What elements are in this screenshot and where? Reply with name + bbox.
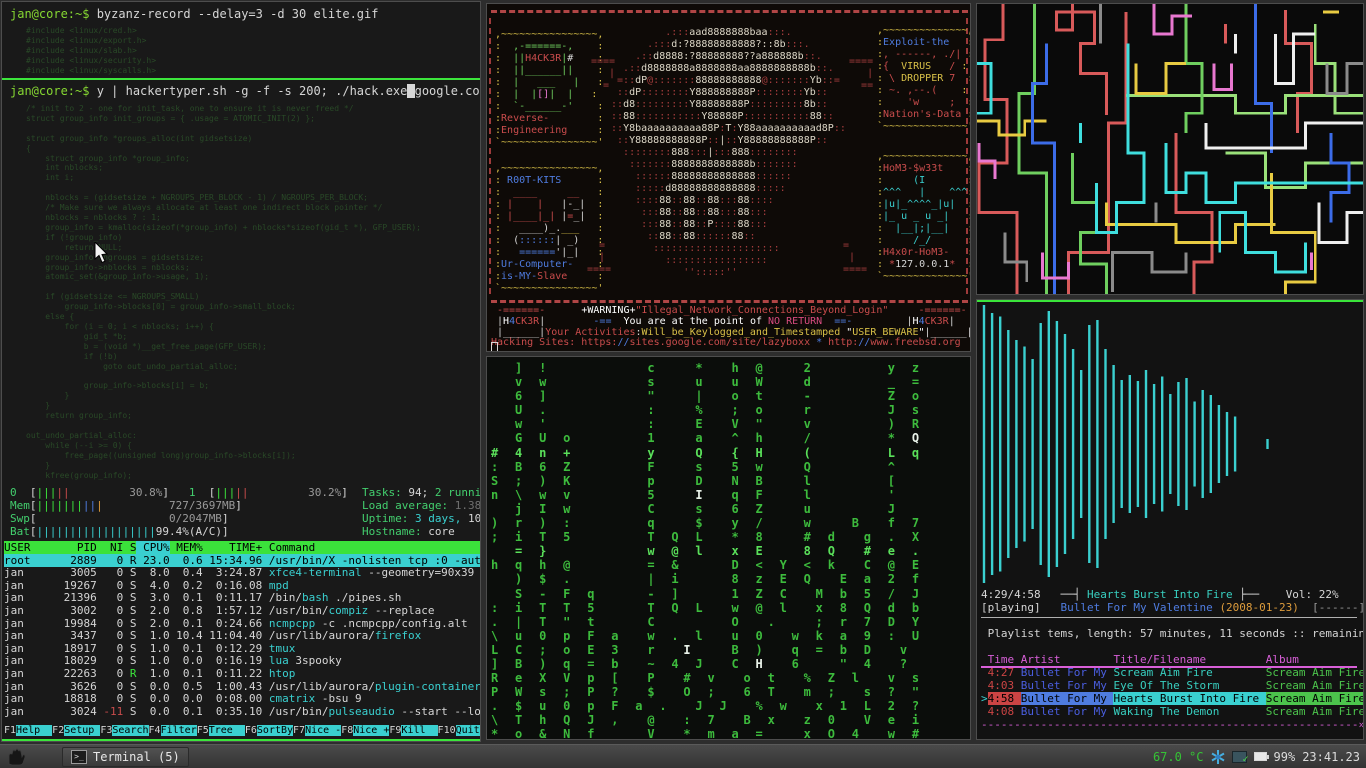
ncmpcpp-playlist-pane[interactable]: 4:29/4:58 ──┤ Hearts Burst Into Fire ├──… — [981, 588, 1364, 731]
battery-icon[interactable] — [1254, 752, 1267, 761]
pane-separator-bottom — [2, 739, 481, 741]
mouse-cursor-icon — [94, 242, 109, 264]
htop-function-keys[interactable]: F1Help F2Setup F3SearchF4FilterF5Tree F6… — [4, 724, 481, 738]
panel-reverse-engineering: ,~~~~~~~~~~~~~~~~,: ,-======-, :: ||H4CK… — [495, 29, 603, 149]
hackertyper-code: /* init to 2 - one for init_task, one to… — [26, 104, 421, 480]
player-separator-gray — [981, 617, 1357, 618]
connector-bottom-left: = |==== — [587, 240, 611, 276]
music-player-window[interactable]: 4:29/4:58 ──┤ Hearts Burst Into Fire ├──… — [976, 299, 1364, 740]
htop-meters: 0 [||||| 30.8%] 1 [||||| 30.2%]Mem[|||||… — [10, 486, 348, 538]
battery-percent: 99% — [1274, 750, 1296, 764]
clock: 23:41.23 — [1302, 750, 1360, 764]
launcher-hand-icon[interactable] — [6, 748, 28, 766]
system-tray: 67.0 °C 99% 23:41.23 — [1153, 750, 1366, 764]
matrix-rain-text: ] ! c * h @ 2 y z v w s u u W d _ = 6 ] … — [491, 361, 924, 740]
skull-ascii-art: .:::aad8888888baa:::. .:::d:?88888888888… — [605, 27, 846, 279]
connector-top-right: ==== | == — [843, 56, 873, 92]
pane-separator-top — [2, 78, 481, 80]
cmatrix-window[interactable]: ] ! c * h @ 2 y z v w s u u W d _ = 6 ] … — [486, 356, 971, 740]
hacker-art-window[interactable]: ,~~~~~~~~~~~~~~~~,: ,-======-, :: ||H4CK… — [486, 3, 971, 352]
shell-prompt-byzanz[interactable]: jan@core:~$ byzanz-record --delay=3 -d 3… — [10, 7, 378, 21]
taskbar: >_ Terminal (5) 67.0 °C 99% 23:41.23 — [0, 744, 1366, 768]
snowflake-tray-icon[interactable] — [1211, 750, 1225, 764]
panel-haxor-home: ,~~~~~~~~~~~~~~,:HoM3-$w33t :: (I ::^^^ … — [877, 151, 971, 283]
audio-visualizer — [977, 302, 1364, 587]
connector-top-left: ==== | = — [591, 56, 615, 92]
pipes-screensaver-window[interactable] — [976, 3, 1364, 295]
dashed-border-left — [489, 18, 491, 294]
taskbar-button-label: Terminal (5) — [93, 750, 180, 764]
hackertyper-includes: #include <linux/cred.h>#include <linux/e… — [26, 26, 156, 76]
update-notifier-icon[interactable] — [1232, 751, 1247, 763]
shell-prompt-hackertyper[interactable]: jan@core:~$ y | hackertyper.sh -g -f -s … — [10, 84, 481, 98]
connector-bottom-right: = |==== — [843, 240, 867, 276]
warning-banner: -======- +WARNING+"Illegal_Network_Conne… — [491, 306, 971, 349]
htop-stats: Tasks: 94; 2 runningLoad average: 1.38 1… — [362, 486, 481, 538]
terminal-window[interactable]: jan@core:~$ byzanz-record --delay=3 -d 3… — [1, 1, 481, 742]
dashed-border-top — [491, 10, 968, 13]
cpu-temperature: 67.0 °C — [1153, 750, 1204, 764]
desktop: jan@core:~$ byzanz-record --delay=3 -d 3… — [0, 0, 1366, 768]
dashed-border-middle — [491, 300, 968, 303]
htop-process-table[interactable]: USER PID NI S CPU% MEM% TIME+ Command ro… — [4, 542, 481, 718]
pipes-art — [977, 4, 1363, 294]
terminal-icon: >_ — [71, 750, 87, 764]
playlist-header-underline — [981, 666, 1357, 668]
taskbar-button-terminal[interactable]: >_ Terminal (5) — [62, 747, 189, 767]
terminal-cursor — [491, 342, 498, 352]
panel-exploit-virus-dropper: ,~~~~~~~~~~~~~~,:Exploit-the ::, ------,… — [877, 25, 971, 133]
